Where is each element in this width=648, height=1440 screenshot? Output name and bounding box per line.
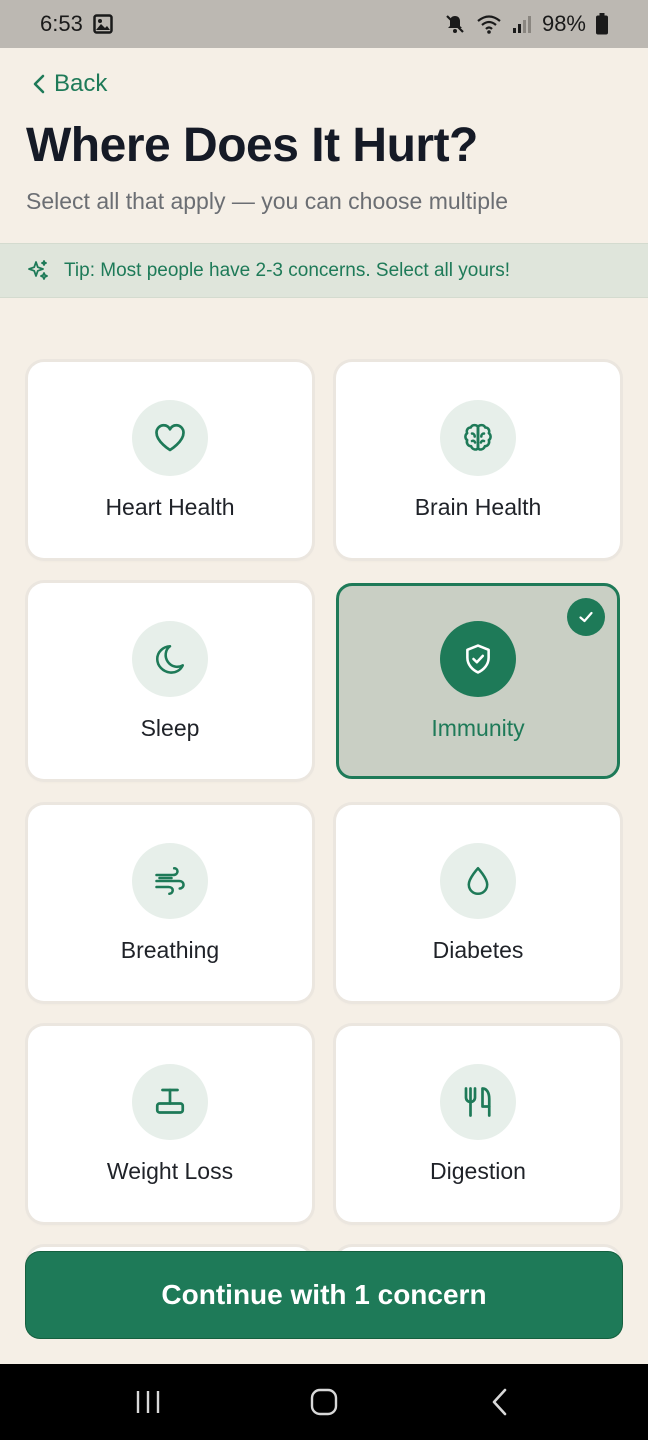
concern-card-brain-health[interactable]: Brain Health: [336, 362, 620, 558]
check-icon: [577, 608, 595, 626]
back-arrow-icon: [490, 1387, 510, 1417]
icon-circle: [132, 621, 208, 697]
wind-icon: [152, 863, 188, 899]
back-nav-button[interactable]: [470, 1372, 530, 1432]
shield-check-icon: [461, 642, 495, 676]
concern-card-heart-health[interactable]: Heart Health: [28, 362, 312, 558]
scale-icon: [152, 1084, 188, 1120]
recent-apps-icon: [134, 1389, 162, 1415]
concern-label: Weight Loss: [106, 1158, 234, 1184]
moon-icon: [153, 642, 187, 676]
concern-label: Brain Health: [414, 494, 542, 520]
brain-icon: [460, 420, 496, 456]
icon-circle: [132, 400, 208, 476]
concern-label: Breathing: [120, 937, 220, 963]
icon-circle: [440, 621, 516, 697]
home-icon: [309, 1387, 339, 1417]
concern-card-weight-loss[interactable]: Weight Loss: [28, 1026, 312, 1222]
mute-icon: [444, 13, 466, 35]
concern-label: Immunity: [431, 715, 525, 741]
home-button[interactable]: [294, 1372, 354, 1432]
concern-label: Digestion: [430, 1158, 526, 1184]
sparkles-icon: [26, 259, 50, 283]
battery-percent: 98%: [541, 11, 586, 36]
icon-circle: [132, 843, 208, 919]
concern-card-digestion[interactable]: Digestion: [336, 1026, 620, 1222]
chevron-left-icon: [32, 74, 46, 94]
concern-card-sleep[interactable]: Sleep: [28, 583, 312, 779]
back-button[interactable]: Back: [32, 70, 107, 98]
continue-button[interactable]: Continue with 1 concern: [26, 1252, 622, 1338]
icon-circle: [440, 843, 516, 919]
selected-check-badge: [567, 598, 605, 636]
droplet-icon: [461, 864, 495, 898]
page-title: Where Does It Hurt?: [26, 119, 478, 172]
tip-text: Tip: Most people have 2-3 concerns. Sele…: [64, 259, 511, 281]
recent-apps-button[interactable]: [118, 1372, 178, 1432]
gallery-notification-icon: [93, 14, 113, 34]
status-bar: 6:53 98%: [0, 0, 648, 48]
concern-card-immunity[interactable]: Immunity: [336, 583, 620, 779]
concern-label: Sleep: [140, 715, 200, 741]
battery-icon: [596, 13, 608, 35]
concern-label: Heart Health: [105, 494, 235, 520]
utensils-icon: [460, 1084, 496, 1120]
icon-circle: [440, 1064, 516, 1140]
tip-banner: Tip: Most people have 2-3 concerns. Sele…: [0, 243, 648, 298]
page-subtitle: Select all that apply — you can choose m…: [26, 188, 508, 214]
system-nav-bar: [0, 1364, 648, 1440]
concern-label: Diabetes: [432, 937, 524, 963]
status-time: 6:53: [40, 11, 83, 36]
concern-card-breathing[interactable]: Breathing: [28, 805, 312, 1001]
concern-card-diabetes[interactable]: Diabetes: [336, 805, 620, 1001]
icon-circle: [132, 1064, 208, 1140]
back-label: Back: [54, 70, 108, 97]
signal-icon: [512, 14, 532, 34]
heart-icon: [152, 420, 188, 456]
icon-circle: [440, 400, 516, 476]
status-left: 6:53: [40, 11, 113, 37]
wifi-icon: [476, 13, 502, 35]
status-right: 98%: [444, 11, 608, 37]
